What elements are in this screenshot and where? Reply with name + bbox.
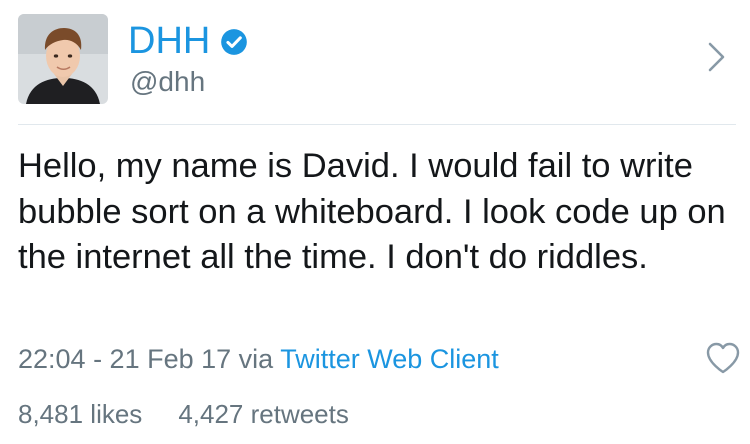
display-name-row: DHH: [128, 18, 248, 64]
chevron-right-icon[interactable]: [706, 40, 728, 74]
retweets-count[interactable]: 4,427 retweets: [178, 399, 349, 429]
tweet-meta: 22:04 - 21 Feb 17 via Twitter Web Client: [18, 340, 499, 378]
tweet-timestamp[interactable]: 22:04 - 21 Feb 17: [18, 344, 231, 374]
like-button[interactable]: [704, 340, 742, 376]
display-name[interactable]: DHH: [128, 18, 210, 64]
likes-count[interactable]: 8,481 likes: [18, 399, 142, 429]
user-handle[interactable]: @dhh: [130, 64, 205, 100]
tweet-stats: 8,481 likes 4,427 retweets: [18, 396, 349, 432]
avatar[interactable]: [18, 14, 108, 104]
verified-badge-icon: [220, 28, 248, 56]
via-label: via: [238, 344, 274, 374]
heart-outline-icon: [706, 342, 740, 374]
tweet-source-link[interactable]: Twitter Web Client: [280, 344, 499, 374]
header-divider: [18, 124, 736, 125]
avatar-photo: [18, 14, 108, 104]
tweet-text: Hello, my name is David. I would fail to…: [18, 147, 726, 276]
